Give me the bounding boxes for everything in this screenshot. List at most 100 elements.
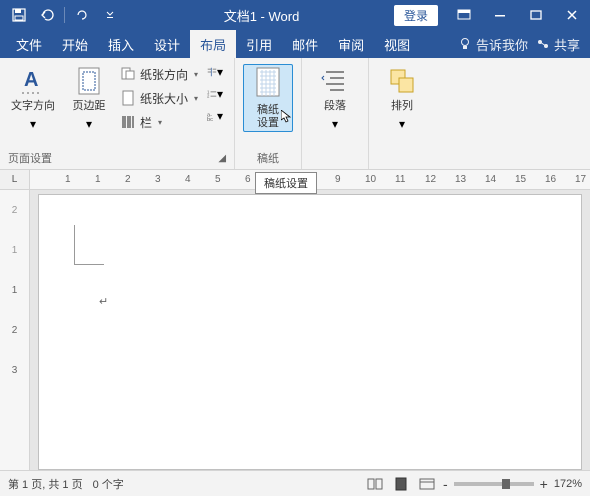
ruler-tick: 2 (125, 174, 155, 185)
tab-home[interactable]: 开始 (52, 30, 98, 58)
paragraph-icon (320, 66, 350, 96)
zoom-in-button[interactable]: + (540, 476, 548, 492)
ribbon-display-button[interactable] (446, 0, 482, 30)
ruler-tick: 12 (425, 174, 455, 185)
chevron-down-icon: ▾ (158, 118, 162, 127)
orientation-button[interactable]: 纸张方向 ▾ (120, 64, 198, 84)
minimize-button[interactable] (482, 0, 518, 30)
hyphenation-button[interactable]: a-bc▾ (207, 108, 223, 124)
size-button[interactable]: 纸张大小 ▾ (120, 88, 198, 108)
ruler-tick: 11 (395, 174, 425, 185)
text-direction-button[interactable]: A 文字方向 ▾ (8, 64, 58, 133)
chevron-down-icon: ▾ (217, 65, 223, 79)
v-ruler-tick: 1 (12, 230, 18, 270)
undo-button[interactable] (34, 2, 60, 28)
tab-layout[interactable]: 布局 (190, 30, 236, 58)
tab-references[interactable]: 引用 (236, 30, 282, 58)
ruler-tick: 10 (365, 174, 395, 185)
columns-label: 栏 (140, 114, 152, 131)
ruler-tick: 16 (545, 174, 575, 185)
margin-guide (74, 225, 104, 265)
line-numbers-icon: 12 (207, 87, 217, 101)
ruler-tick: 15 (515, 174, 545, 185)
status-bar: 第 1 页, 共 1 页 0 个字 - + 172% (0, 470, 590, 496)
undo-icon (39, 8, 55, 22)
tab-review[interactable]: 审阅 (328, 30, 374, 58)
orientation-icon (120, 66, 136, 82)
chevron-down-icon (106, 11, 114, 19)
ruler-tick: 13 (455, 174, 485, 185)
zoom-slider[interactable] (454, 482, 534, 486)
document-page[interactable]: ↵ (38, 194, 582, 470)
page-setup-launcher[interactable]: ◢ (218, 153, 226, 164)
redo-icon (75, 8, 89, 22)
share-button[interactable]: 共享 (536, 35, 580, 54)
zoom-value[interactable]: 172% (554, 478, 582, 490)
line-numbers-button[interactable]: 12▾ (207, 86, 223, 102)
ruler-tick: 17 (575, 174, 590, 185)
manuscript-label: 稿纸 设置 (257, 104, 279, 130)
tab-mailings[interactable]: 邮件 (282, 30, 328, 58)
document-area: 2 1 1 2 3 ↵ (0, 190, 590, 470)
ruler-tick: 3 (155, 174, 185, 185)
group-manuscript: 稿纸 设置 稿纸 (235, 58, 302, 169)
lightbulb-icon (458, 37, 472, 51)
share-label: 共享 (554, 35, 580, 54)
hyphenation-icon: a-bc (207, 109, 217, 123)
columns-icon (120, 114, 136, 130)
v-ruler-tick: 3 (12, 350, 18, 390)
size-label: 纸张大小 (140, 90, 188, 107)
paragraph-label: 段落 (324, 100, 346, 113)
maximize-button[interactable] (518, 0, 554, 30)
save-button[interactable] (6, 2, 32, 28)
vertical-ruler[interactable]: 2 1 1 2 3 (0, 190, 30, 470)
arrange-label: 排列 (391, 100, 413, 113)
read-mode-button[interactable] (365, 475, 385, 493)
svg-text:bc: bc (207, 117, 213, 123)
text-direction-icon: A (18, 66, 48, 96)
chevron-down-icon: ▾ (194, 94, 198, 103)
read-mode-icon (367, 478, 383, 490)
tab-file[interactable]: 文件 (6, 30, 52, 58)
close-button[interactable] (554, 0, 590, 30)
group-manuscript-label: 稿纸 (257, 150, 279, 166)
zoom-slider-thumb[interactable] (502, 479, 510, 489)
ribbon-tabs: 文件 开始 插入 设计 布局 引用 邮件 审阅 视图 告诉我你 共享 (0, 30, 590, 58)
web-layout-button[interactable] (417, 475, 437, 493)
group-paragraph: 段落 ▾ (302, 58, 369, 169)
ruler-tick: 1 (65, 174, 95, 185)
chevron-down-icon: ▾ (86, 117, 92, 131)
arrange-button[interactable]: 排列 ▾ (377, 64, 427, 133)
ruler-area: L 1 1 2 3 4 5 6 7 8 9 10 11 12 13 14 15 … (0, 170, 590, 190)
tab-design[interactable]: 设计 (144, 30, 190, 58)
share-icon (536, 37, 550, 51)
paragraph-button[interactable]: 段落 ▾ (310, 64, 360, 133)
login-button[interactable]: 登录 (394, 5, 438, 26)
tab-view[interactable]: 视图 (374, 30, 420, 58)
tab-insert[interactable]: 插入 (98, 30, 144, 58)
word-count[interactable]: 0 个字 (93, 476, 124, 492)
group-page-setup: A 文字方向 ▾ 页边距 ▾ 纸张方向 ▾ 纸张大小 ▾ (0, 58, 235, 169)
window-title: 文档1 - Word (129, 6, 394, 25)
qat-customize-button[interactable] (97, 2, 123, 28)
breaks-icon (207, 65, 217, 79)
cursor-icon (281, 110, 293, 124)
text-direction-label: 文字方向 (11, 100, 55, 113)
redo-button[interactable] (69, 2, 95, 28)
zoom-out-button[interactable]: - (443, 476, 448, 492)
manuscript-settings-button[interactable]: 稿纸 设置 (243, 64, 293, 132)
columns-button[interactable]: 栏 ▾ (120, 112, 198, 132)
chevron-down-icon: ▾ (194, 70, 198, 79)
ruler-tick: 9 (335, 174, 365, 185)
margins-button[interactable]: 页边距 ▾ (64, 64, 114, 133)
ruler-corner: L (0, 170, 30, 189)
v-ruler-tick: 2 (12, 190, 18, 230)
v-ruler-tick: 1 (12, 270, 18, 310)
horizontal-ruler[interactable]: L 1 1 2 3 4 5 6 7 8 9 10 11 12 13 14 15 … (0, 170, 590, 190)
ruler-tick: 14 (485, 174, 515, 185)
margins-icon (75, 66, 103, 96)
page-info[interactable]: 第 1 页, 共 1 页 (8, 476, 83, 492)
breaks-button[interactable]: ▾ (207, 64, 223, 80)
print-layout-button[interactable] (391, 475, 411, 493)
tell-me-search[interactable]: 告诉我你 (458, 35, 528, 54)
